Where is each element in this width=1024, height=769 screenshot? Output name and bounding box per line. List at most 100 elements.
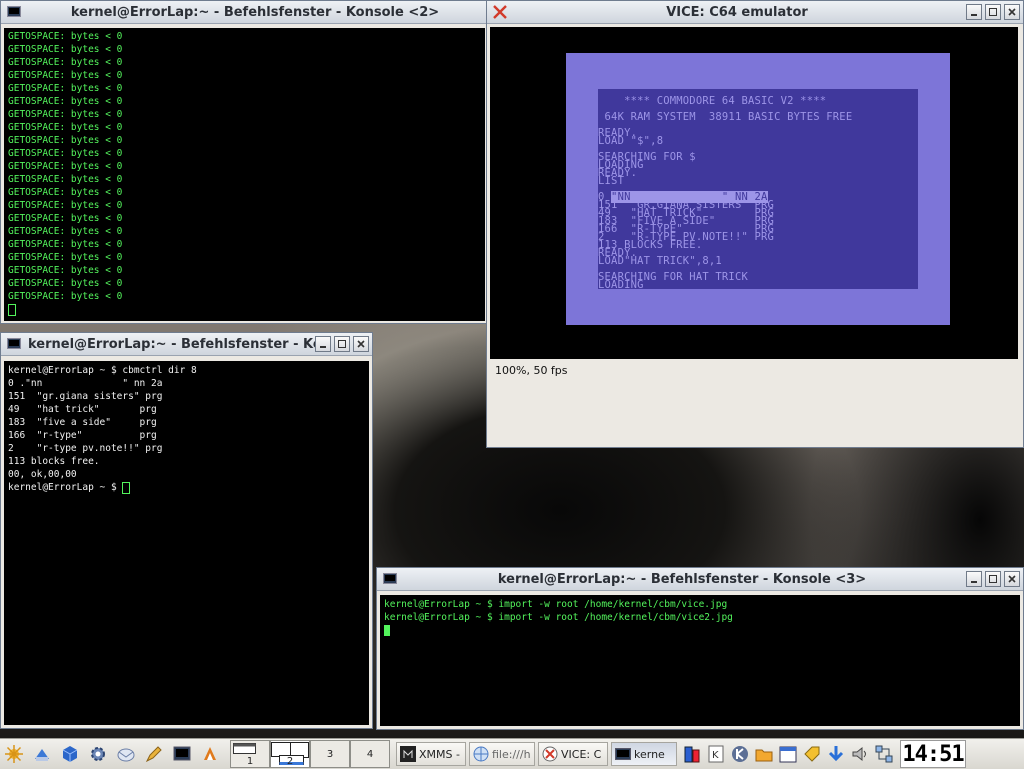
desktop-3[interactable]: 3 bbox=[310, 740, 350, 768]
c64-line: LOAD"HAT TRICK",8,1 bbox=[598, 255, 722, 267]
konsole-icon bbox=[6, 336, 22, 352]
konsole-3-window: kernel@ErrorLap:~ - Befehlsfenster - Kon… bbox=[376, 567, 1024, 730]
home-icon[interactable] bbox=[31, 743, 53, 765]
desktop-pager: 1 2 3 4 bbox=[230, 740, 390, 768]
c64-line: SEARCHING FOR $ bbox=[598, 151, 696, 163]
window-title: kernel@ErrorLap:~ - Befehlsfenster - Kon… bbox=[497, 571, 867, 587]
xmms-icon bbox=[400, 746, 416, 762]
battery-icon[interactable] bbox=[681, 743, 703, 765]
edit-icon[interactable] bbox=[143, 743, 165, 765]
terminal-line: 166 "r-type" prg bbox=[8, 430, 157, 441]
c64-border: **** COMMODORE 64 BASIC V2 **** 64K RAM … bbox=[566, 53, 950, 325]
terminal-line: GETOSPACE: bytes < 0 bbox=[8, 200, 123, 211]
konsole-3-titlebar[interactable]: kernel@ErrorLap:~ - Befehlsfenster - Kon… bbox=[377, 568, 1023, 591]
c64-line: **** COMMODORE 64 BASIC V2 **** bbox=[598, 95, 827, 107]
typed-command: cbmctrl dir 8 bbox=[122, 365, 197, 376]
konsole-launcher-icon[interactable] bbox=[171, 743, 193, 765]
konsole-left-titlebar[interactable]: kernel@ErrorLap:~ - Befehlsfenster - Ko bbox=[1, 333, 372, 356]
terminal-line: GETOSPACE: bytes < 0 bbox=[8, 265, 123, 276]
desktop-1[interactable]: 1 bbox=[230, 740, 270, 768]
terminal-line: GETOSPACE: bytes < 0 bbox=[8, 213, 123, 224]
maximize-button[interactable] bbox=[985, 571, 1001, 587]
vice-x-icon bbox=[542, 746, 558, 762]
c64-line: 64K RAM SYSTEM 38911 BASIC BYTES FREE bbox=[598, 111, 853, 123]
terminal-line: GETOSPACE: bytes < 0 bbox=[8, 109, 123, 120]
terminal-line: GETOSPACE: bytes < 0 bbox=[8, 187, 123, 198]
clock-display[interactable]: 14:51 bbox=[900, 740, 966, 768]
kde-logo-icon[interactable] bbox=[729, 743, 751, 765]
desktop-4[interactable]: 4 bbox=[350, 740, 390, 768]
konsole-2-titlebar[interactable]: kernel@ErrorLap:~ - Befehlsfenster - Kon… bbox=[1, 1, 488, 24]
terminal-line: GETOSPACE: bytes < 0 bbox=[8, 135, 123, 146]
terminal-line: 2 "r-type pv.note!!" prg bbox=[8, 443, 163, 454]
minimize-button[interactable] bbox=[966, 571, 982, 587]
svg-text:K: K bbox=[712, 750, 719, 761]
terminal-output[interactable]: kernel@ErrorLap ~ $ cbmctrl dir 8 0 ."nn… bbox=[4, 361, 369, 725]
terminal-line: 151 "gr.giana sisters" prg bbox=[8, 391, 163, 402]
maximize-button[interactable] bbox=[334, 336, 350, 352]
minimize-button[interactable] bbox=[315, 336, 331, 352]
close-button[interactable] bbox=[1004, 4, 1020, 20]
speaker-icon[interactable] bbox=[849, 743, 871, 765]
task-xmms[interactable]: XMMS - bbox=[396, 742, 466, 766]
office-icon[interactable] bbox=[199, 743, 221, 765]
folder-icon[interactable] bbox=[753, 743, 775, 765]
konsole-2-window: kernel@ErrorLap:~ - Befehlsfenster - Kon… bbox=[0, 0, 489, 324]
clipboard-icon[interactable]: K bbox=[705, 743, 727, 765]
c64-display[interactable]: **** COMMODORE 64 BASIC V2 **** 64K RAM … bbox=[490, 27, 1018, 359]
terminal-line: GETOSPACE: bytes < 0 bbox=[8, 122, 123, 133]
text-cursor bbox=[8, 303, 16, 316]
cube-icon[interactable] bbox=[59, 743, 81, 765]
tag-icon[interactable] bbox=[801, 743, 823, 765]
task-konsole[interactable]: kerne bbox=[611, 742, 677, 766]
c64-line: READY. bbox=[598, 167, 638, 179]
window-title: kernel@ErrorLap:~ - Befehlsfenster - Kon… bbox=[70, 4, 440, 20]
terminal-line: GETOSPACE: bytes < 0 bbox=[8, 161, 123, 172]
calendar-icon[interactable] bbox=[777, 743, 799, 765]
vice-window: VICE: C64 emulator **** COMMODORE 64 BAS… bbox=[486, 0, 1024, 448]
konsole-left-window: kernel@ErrorLap:~ - Befehlsfenster - Ko … bbox=[0, 332, 373, 729]
text-cursor bbox=[122, 481, 131, 494]
terminal-line: 00, ok,00,00 bbox=[8, 469, 77, 480]
globe-icon bbox=[473, 746, 489, 762]
maximize-button[interactable] bbox=[985, 4, 1001, 20]
close-button[interactable] bbox=[1004, 571, 1020, 587]
terminal-line: GETOSPACE: bytes < 0 bbox=[8, 148, 123, 159]
konsole-icon bbox=[382, 571, 398, 587]
download-icon[interactable] bbox=[825, 743, 847, 765]
terminal-line: 49 "hat trick" prg bbox=[8, 404, 157, 415]
terminal-line: GETOSPACE: bytes < 0 bbox=[8, 31, 123, 42]
desktop-2[interactable]: 2 bbox=[270, 740, 310, 768]
minimize-button[interactable] bbox=[966, 4, 982, 20]
taskbar: 1 2 3 4 XMMS - file:///h VICE: C kerne K… bbox=[0, 738, 1024, 769]
close-button[interactable] bbox=[353, 336, 369, 352]
kde-menu-icon[interactable] bbox=[3, 743, 25, 765]
task-vice[interactable]: VICE: C bbox=[538, 742, 608, 766]
mail-icon[interactable] bbox=[115, 743, 137, 765]
terminal-line: GETOSPACE: bytes < 0 bbox=[8, 174, 123, 185]
c64-line: LIST bbox=[598, 175, 625, 187]
terminal-output[interactable]: kernel@ErrorLap ~ $ import -w root /home… bbox=[380, 595, 1020, 726]
network-icon[interactable] bbox=[873, 743, 895, 765]
terminal-line: GETOSPACE: bytes < 0 bbox=[8, 278, 123, 289]
c64-screen: **** COMMODORE 64 BASIC V2 **** 64K RAM … bbox=[598, 89, 918, 289]
konsole-icon bbox=[6, 4, 22, 20]
terminal-line: 113 blocks free. bbox=[8, 456, 100, 467]
terminal-line: GETOSPACE: bytes < 0 bbox=[8, 252, 123, 263]
terminal-output[interactable]: GETOSPACE: bytes < 0 GETOSPACE: bytes < 0… bbox=[4, 28, 485, 321]
gear-icon[interactable] bbox=[87, 743, 109, 765]
terminal-line: GETOSPACE: bytes < 0 bbox=[8, 57, 123, 68]
window-title: VICE: C64 emulator bbox=[666, 4, 808, 20]
terminal-line: GETOSPACE: bytes < 0 bbox=[8, 70, 123, 81]
c64-line: LOAD "$",8 bbox=[598, 135, 664, 147]
vice-titlebar[interactable]: VICE: C64 emulator bbox=[487, 1, 1023, 24]
terminal-line: GETOSPACE: bytes < 0 bbox=[8, 96, 123, 107]
terminal-line: 183 "five a side" prg bbox=[8, 417, 157, 428]
vice-status-text: 100%, 50 fps bbox=[495, 364, 568, 377]
terminal-line: GETOSPACE: bytes < 0 bbox=[8, 291, 123, 302]
konsole-icon bbox=[615, 748, 631, 760]
c64-line: SEARCHING FOR HAT TRICK bbox=[598, 271, 748, 283]
task-konqueror[interactable]: file:///h bbox=[469, 742, 535, 766]
text-cursor bbox=[384, 625, 390, 636]
terminal-line: GETOSPACE: bytes < 0 bbox=[8, 226, 123, 237]
